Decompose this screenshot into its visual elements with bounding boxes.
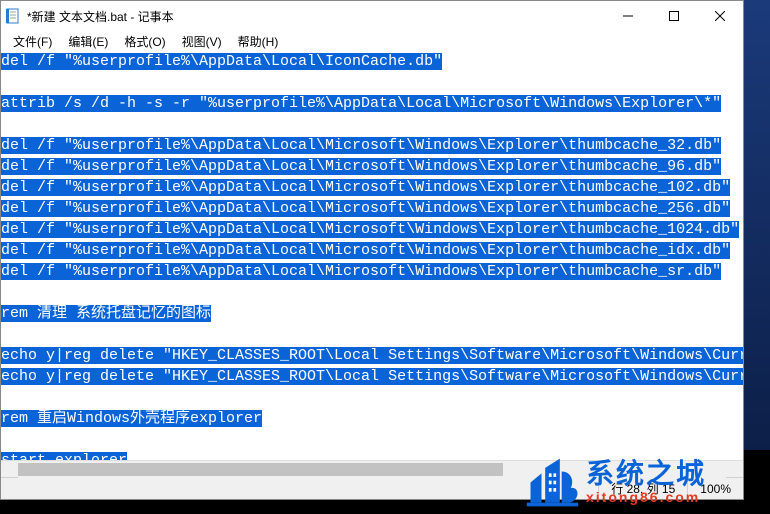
status-spacer	[1, 478, 598, 499]
editor-line[interactable]	[1, 324, 743, 345]
editor-line[interactable]	[1, 429, 743, 450]
desktop-background-strip	[744, 0, 770, 450]
editor-line[interactable]: del /f "%userprofile%\AppData\Local\Micr…	[1, 198, 743, 219]
menu-edit[interactable]: 编辑(E)	[60, 31, 116, 52]
horizontal-scrollbar[interactable]	[1, 460, 743, 477]
status-position: 行 28, 列 15	[598, 478, 687, 499]
editor-line[interactable]	[1, 72, 743, 93]
editor-line[interactable]: del /f "%userprofile%\AppData\Local\Micr…	[1, 156, 743, 177]
editor-line[interactable]: del /f "%userprofile%\AppData\Local\Icon…	[1, 51, 743, 72]
editor-line[interactable]	[1, 387, 743, 408]
maximize-button[interactable]	[651, 1, 697, 31]
minimize-button[interactable]	[605, 1, 651, 31]
notepad-window: *新建 文本文档.bat - 记事本 文件(F) 编辑(E) 格式(O) 视图(…	[0, 0, 744, 500]
editor-line[interactable]: del /f "%userprofile%\AppData\Local\Micr…	[1, 261, 743, 282]
editor-line[interactable]: del /f "%userprofile%\AppData\Local\Micr…	[1, 177, 743, 198]
editor-line[interactable]: echo y|reg delete "HKEY_CLASSES_ROOT\Loc…	[1, 345, 743, 366]
menu-view[interactable]: 视图(V)	[174, 31, 230, 52]
editor-line[interactable]: rem 重启Windows外壳程序explorer	[1, 408, 743, 429]
window-controls	[605, 1, 743, 31]
window-title: *新建 文本文档.bat - 记事本	[27, 8, 605, 25]
titlebar[interactable]: *新建 文本文档.bat - 记事本	[1, 1, 743, 31]
statusbar: 行 28, 列 15 100%	[1, 477, 743, 499]
notepad-icon	[5, 8, 21, 24]
text-editor[interactable]: del /f "%userprofile%\AppData\Local\Icon…	[1, 51, 743, 460]
editor-line[interactable]: del /f "%userprofile%\AppData\Local\Micr…	[1, 219, 743, 240]
menu-help[interactable]: 帮助(H)	[230, 31, 287, 52]
menu-file[interactable]: 文件(F)	[5, 31, 60, 52]
scrollbar-track[interactable]	[18, 461, 726, 478]
editor-line[interactable]: rem 清理 系统托盘记忆的图标	[1, 303, 743, 324]
editor-line[interactable]: start explorer	[1, 450, 743, 460]
scrollbar-thumb[interactable]	[18, 463, 503, 476]
status-zoom: 100%	[687, 478, 743, 499]
editor-line[interactable]: del /f "%userprofile%\AppData\Local\Micr…	[1, 240, 743, 261]
editor-line[interactable]: del /f "%userprofile%\AppData\Local\Micr…	[1, 135, 743, 156]
editor-line[interactable]	[1, 114, 743, 135]
menubar: 文件(F) 编辑(E) 格式(O) 视图(V) 帮助(H)	[1, 31, 743, 51]
menu-format[interactable]: 格式(O)	[116, 31, 173, 52]
editor-line[interactable]: attrib /s /d -h -s -r "%userprofile%\App…	[1, 93, 743, 114]
editor-line[interactable]: echo y|reg delete "HKEY_CLASSES_ROOT\Loc…	[1, 366, 743, 387]
close-button[interactable]	[697, 1, 743, 31]
editor-line[interactable]	[1, 282, 743, 303]
